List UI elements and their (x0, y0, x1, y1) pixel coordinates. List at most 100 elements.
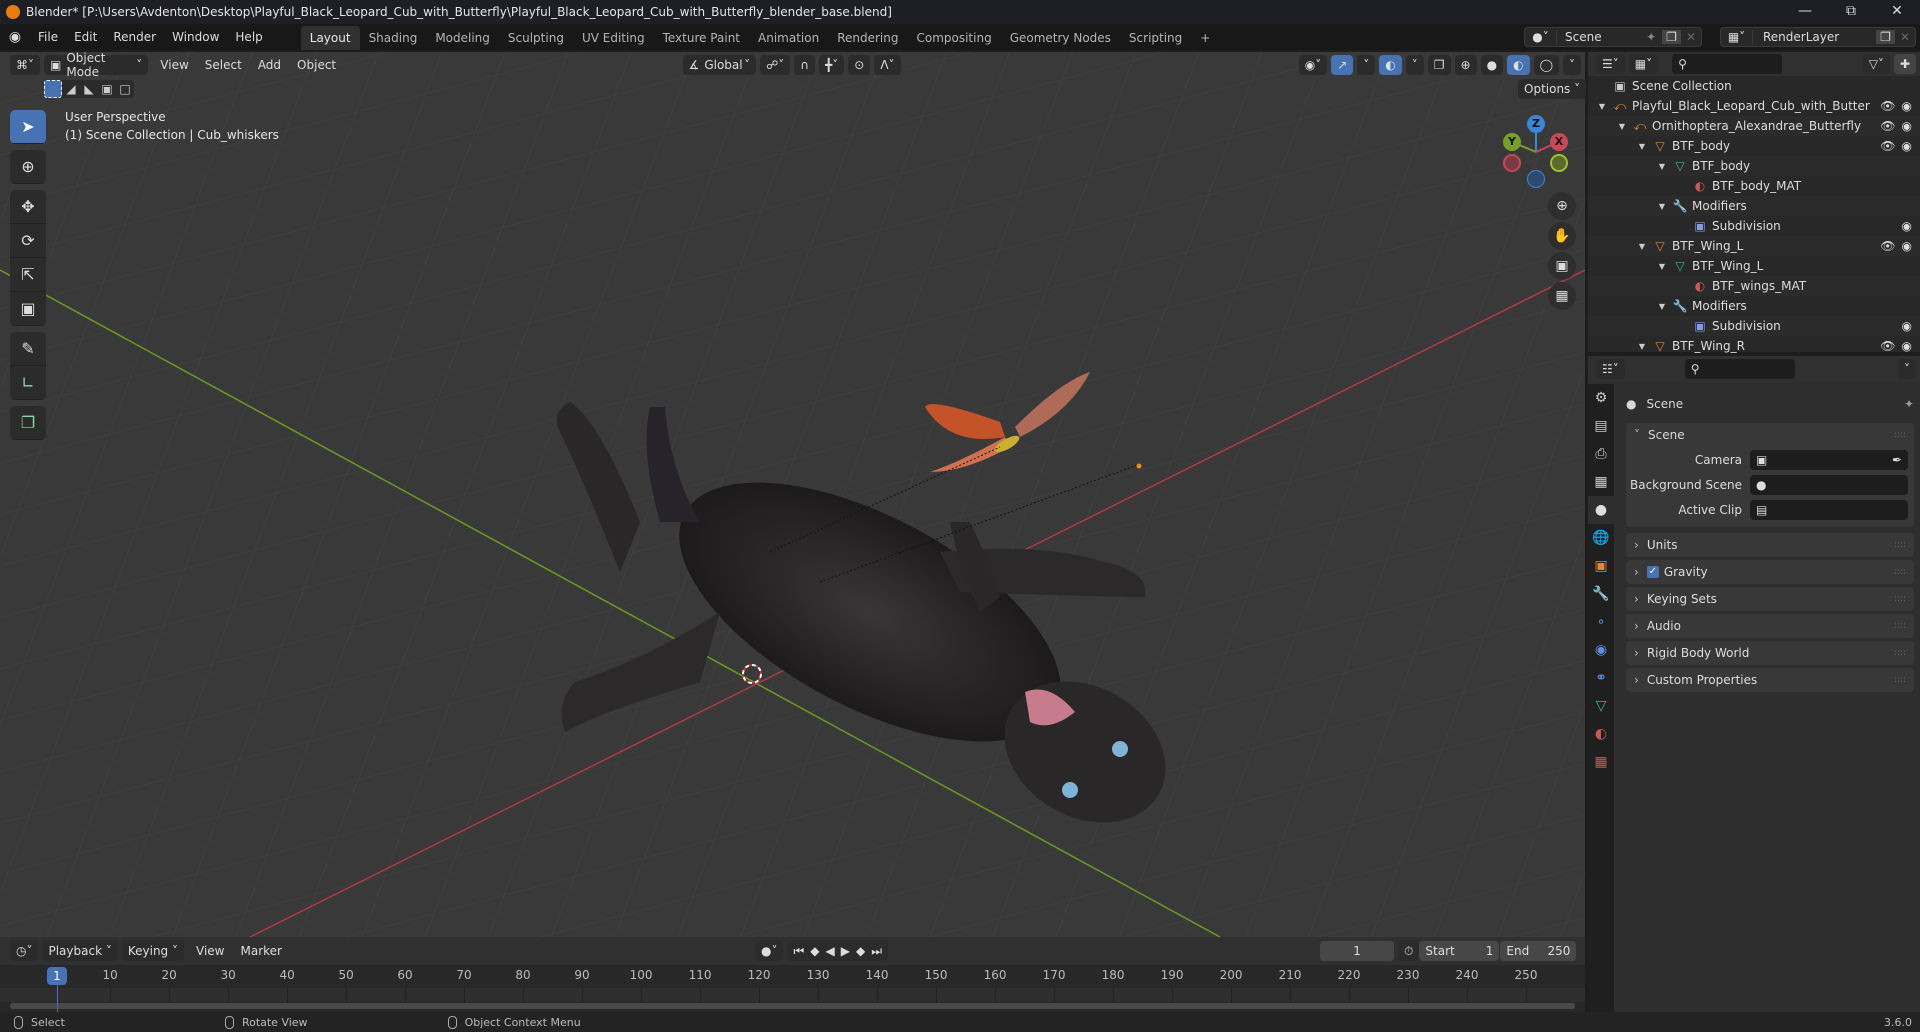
navigation-gizmo[interactable]: Z Y X (1500, 112, 1580, 192)
tab-scene[interactable]: ● (1588, 496, 1614, 524)
disclosure-triangle-icon[interactable]: ▼ (1636, 142, 1648, 151)
select-new-button[interactable] (44, 80, 62, 98)
outliner-item[interactable]: ▼ ▽ BTF_body 👁 ◉ (1588, 136, 1920, 156)
scale-tool[interactable]: ⇱ (10, 258, 46, 292)
scene-selector[interactable]: ●˅ Scene ✦ ❐ ✕ (1524, 27, 1702, 47)
tab-shading[interactable]: Shading (360, 26, 427, 50)
shading-dropdown[interactable]: ˅ (1563, 55, 1581, 75)
eye-icon[interactable]: 👁 (1880, 139, 1895, 153)
outliner-item[interactable]: ▼ ▽ BTF_Wing_L 👁 ◉ (1588, 236, 1920, 256)
end-frame-field[interactable]: End 250 (1500, 941, 1577, 961)
outliner-item[interactable]: ▼ ▽ BTF_Wing_L (1588, 256, 1920, 276)
panel-rigid-body-world[interactable]: › Rigid Body World:::: (1626, 641, 1914, 665)
transform-tool[interactable]: ▣ (10, 292, 46, 326)
tab-render[interactable]: ▤ (1588, 412, 1614, 440)
shading-wireframe[interactable]: ⊕ (1454, 55, 1477, 75)
camera-field[interactable]: ▣ ✒ (1750, 449, 1908, 470)
disclosure-triangle-icon[interactable]: ▼ (1656, 202, 1668, 211)
proportional-editing-toggle[interactable]: ⊙ (848, 55, 871, 75)
snap-target-button[interactable]: ╋˅ (819, 55, 845, 75)
camera-view-button[interactable]: ▣ (1548, 252, 1576, 280)
tab-sculpting[interactable]: Sculpting (499, 26, 573, 50)
visibility-button[interactable]: ◉˅ (1298, 55, 1328, 75)
ortho-toggle-button[interactable]: ▦ (1548, 282, 1576, 310)
eye-icon[interactable]: 👁 (1880, 99, 1895, 113)
timeline-track[interactable] (0, 988, 1585, 1002)
properties-options-dropdown[interactable]: ˅ (1898, 359, 1916, 379)
shading-material-preview[interactable]: ◐ (1507, 55, 1530, 75)
current-frame-field[interactable]: 1 (1320, 941, 1395, 961)
outliner-item[interactable]: ◐ BTF_wings_MAT (1588, 276, 1920, 296)
delete-view-layer-icon[interactable]: ✕ (1895, 30, 1915, 44)
shading-solid[interactable]: ● (1480, 55, 1504, 75)
view-layer-selector[interactable]: ▦˅ RenderLayer ❐ ✕ (1720, 27, 1916, 47)
menu-window[interactable]: Window (164, 24, 227, 50)
background-scene-field[interactable]: ● (1750, 474, 1908, 495)
panel-units[interactable]: › Units:::: (1626, 533, 1914, 557)
gizmo-neg-x-axis[interactable] (1503, 154, 1521, 172)
overlays-dropdown[interactable]: ˅ (1405, 55, 1424, 75)
tab-tool[interactable]: ⚙ (1588, 384, 1614, 412)
tab-geometry-nodes[interactable]: Geometry Nodes (1001, 26, 1120, 50)
camera-render-icon[interactable]: ◉ (1902, 139, 1912, 153)
tab-layout[interactable]: Layout (300, 26, 360, 50)
properties-editor-type[interactable]: ☷˅ (1596, 359, 1625, 379)
add-cube-tool[interactable]: ❐ (10, 406, 46, 440)
panel-custom-properties[interactable]: › Custom Properties:::: (1626, 668, 1914, 692)
timeline-editor-type[interactable]: ◷˅ (10, 941, 39, 961)
tab-compositing[interactable]: Compositing (907, 26, 1000, 50)
select-intersect-button[interactable]: □ (116, 80, 134, 98)
drag-handle-icon[interactable]: :::: (1894, 648, 1906, 658)
eye-icon[interactable]: 👁 (1880, 119, 1895, 133)
gizmos-dropdown[interactable]: ˅ (1357, 55, 1376, 75)
prev-keyframe-button[interactable]: ◆ (810, 944, 819, 958)
proportional-falloff-button[interactable]: Λ˅ (874, 55, 901, 75)
drag-handle-icon[interactable]: :::: (1894, 540, 1906, 550)
maximize-button[interactable]: ⧉ (1828, 0, 1874, 24)
move-tool[interactable]: ✥ (10, 190, 46, 224)
tab-world[interactable]: 🌐 (1588, 524, 1614, 552)
menu-file[interactable]: File (30, 24, 66, 50)
playhead[interactable]: 1 (47, 967, 67, 985)
disclosure-triangle-icon[interactable]: ▼ (1656, 262, 1668, 271)
start-frame-field[interactable]: Start 1 (1419, 941, 1500, 961)
disclosure-triangle-icon[interactable]: ▼ (1636, 242, 1648, 251)
transform-orientation-selector[interactable]: ∡ Global ˅ (682, 55, 757, 75)
auto-keying-toggle[interactable]: ●˅ (754, 941, 784, 961)
drag-handle-icon[interactable]: :::: (1894, 675, 1906, 685)
3d-viewport[interactable] (0, 52, 1585, 937)
tab-texture-paint[interactable]: Texture Paint (654, 26, 749, 50)
view-layer-name[interactable]: RenderLayer (1753, 30, 1876, 44)
overlays-toggle[interactable]: ◐ (1379, 55, 1402, 75)
gravity-checkbox[interactable]: ✓ (1646, 566, 1659, 578)
pin-icon[interactable]: ✦ (1904, 397, 1914, 411)
outliner-item[interactable]: ▼ ⤺ Playful_Black_Leopard_Cub_with_Butter 👁… (1588, 96, 1920, 116)
tab-physics[interactable]: ◉ (1588, 636, 1614, 664)
select-subtract-button[interactable]: ◣ (80, 80, 98, 98)
tab-particles[interactable]: ∘ (1588, 608, 1614, 636)
menu-render[interactable]: Render (105, 24, 164, 50)
outliner-editor-type[interactable]: ☰˅ (1596, 54, 1625, 74)
outliner-root[interactable]: ▣ Scene Collection (1588, 76, 1920, 96)
pan-view-button[interactable]: ✋ (1548, 222, 1576, 250)
viewport-menu-add[interactable]: Add (250, 52, 289, 78)
outliner-item[interactable]: ▼ 🔧 Modifiers (1588, 296, 1920, 316)
outliner-item[interactable]: ▼ 🔧 Modifiers (1588, 196, 1920, 216)
outliner-item[interactable]: ▣ Subdivision ◉ (1588, 216, 1920, 236)
new-collection-button[interactable]: ✚ (1893, 54, 1916, 74)
drag-handle-icon[interactable]: :::: (1894, 621, 1906, 631)
outliner-item[interactable]: ◐ BTF_body_MAT (1588, 176, 1920, 196)
new-scene-icon[interactable]: ❐ (1662, 30, 1681, 44)
timeline-scrollbar[interactable] (10, 1003, 1575, 1009)
viewport-menu-select[interactable]: Select (197, 52, 250, 78)
properties-search-input[interactable]: ⚲ (1684, 359, 1795, 379)
tab-rendering[interactable]: Rendering (828, 26, 907, 50)
gizmo-x-axis[interactable]: X (1550, 133, 1568, 151)
disclosure-triangle-icon[interactable]: ▼ (1616, 122, 1628, 131)
eye-icon[interactable]: 👁 (1880, 239, 1895, 253)
viewport-menu-view[interactable]: View (152, 52, 196, 78)
playback-menu[interactable]: Playback ˅ (42, 941, 118, 961)
panel-audio[interactable]: › Audio:::: (1626, 614, 1914, 638)
jump-start-button[interactable]: ⏮ (793, 944, 804, 959)
viewport-menu-object[interactable]: Object (289, 52, 344, 78)
